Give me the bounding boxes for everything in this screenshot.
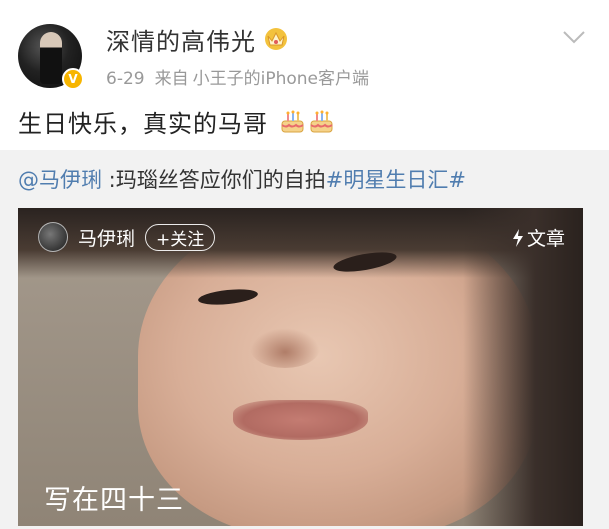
post-body: 生日快乐，真实的马哥	[18, 110, 268, 138]
card-author-name[interactable]: 马伊琍	[78, 224, 135, 251]
repost-block[interactable]: @马伊琍 :玛瑙丝答应你们的自拍#明星生日汇# 马伊琍 +关注 文章 写在四十三	[0, 150, 609, 529]
cake-icon	[281, 110, 304, 133]
selfie-hair-side	[463, 208, 583, 526]
article-tag: 文章	[512, 224, 565, 251]
repost-body: :玛瑙丝答应你们的自拍	[102, 168, 326, 192]
post-meta: 6-29 来自 小王子的iPhone客户端	[106, 64, 369, 89]
cake-icon	[310, 110, 333, 133]
repost-text: @马伊琍 :玛瑙丝答应你们的自拍#明星生日汇#	[18, 164, 466, 194]
source-device[interactable]: 小王子的iPhone客户端	[193, 69, 369, 89]
article-card[interactable]: 马伊琍 +关注 文章 写在四十三	[18, 208, 583, 526]
post-header: V 深情的高伟光 6-29 来自 小王子的iPhone客户端	[0, 0, 609, 100]
avatar-figure	[40, 32, 62, 84]
hashtag-link[interactable]: #明星生日汇#	[326, 168, 466, 192]
verified-badge-icon: V	[62, 68, 84, 90]
chevron-down-icon[interactable]	[562, 30, 586, 44]
post-date: 6-29	[106, 69, 145, 89]
follow-button[interactable]: +关注	[145, 223, 216, 251]
bolt-icon	[512, 228, 523, 247]
card-caption: 写在四十三	[44, 485, 184, 516]
card-author: 马伊琍 +关注	[38, 222, 216, 252]
card-avatar[interactable]	[38, 222, 68, 252]
mention-link[interactable]: @马伊琍	[18, 168, 102, 192]
crown-icon	[265, 28, 287, 50]
username[interactable]: 深情的高伟光	[106, 22, 256, 57]
article-label: 文章	[526, 228, 565, 250]
source-label: 来自	[154, 69, 189, 89]
selfie-lips	[233, 400, 368, 440]
post-text: 生日快乐，真实的马哥	[18, 104, 335, 139]
selfie-nose	[250, 328, 320, 368]
